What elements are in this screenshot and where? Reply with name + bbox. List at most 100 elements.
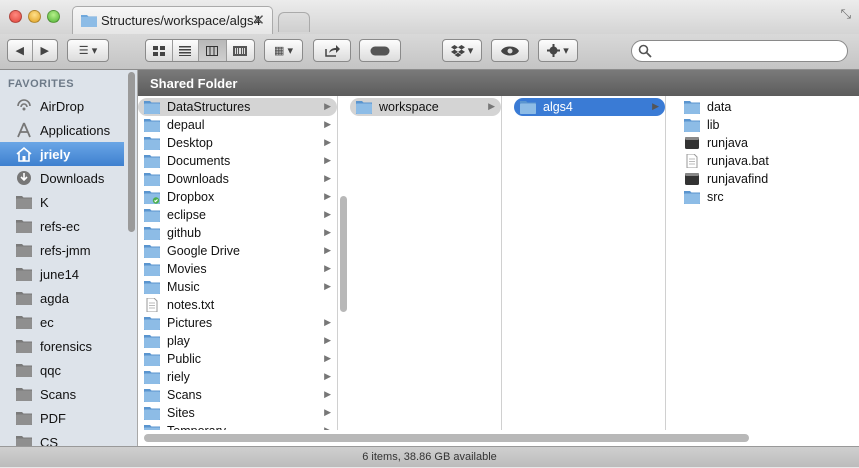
- column-view-button[interactable]: [199, 40, 227, 61]
- close-window-button[interactable]: [9, 10, 22, 23]
- column-3: algs4 ▶: [514, 96, 666, 430]
- dropbox-button[interactable]: ▾: [442, 39, 482, 62]
- list-view-button[interactable]: [173, 40, 200, 61]
- list-menu-icon: ☰: [78, 45, 89, 57]
- tab-current[interactable]: Structures/workspace/algs4 ✕: [72, 6, 273, 34]
- folder-icon: [144, 353, 160, 366]
- file-row[interactable]: Dropbox ▶: [138, 188, 337, 206]
- disclosure-arrow-icon: ▶: [652, 101, 659, 111]
- favorites-list: AirDrop Applications jriely Downloads Krefs-…: [0, 94, 124, 446]
- downloads-icon: [14, 170, 34, 186]
- action-menu-button[interactable]: ▾: [538, 39, 578, 62]
- file-name: src: [707, 190, 724, 204]
- file-row[interactable]: notes.txt: [138, 296, 337, 314]
- quick-look-button[interactable]: [491, 39, 529, 62]
- folder-icon: [14, 386, 34, 402]
- file-name: Movies: [167, 262, 207, 276]
- folder-icon: [520, 101, 536, 114]
- file-row[interactable]: lib: [678, 116, 859, 134]
- column-4: data lib runjava runjava.bat runjavafind src: [678, 96, 859, 430]
- sidebar-scrollbar[interactable]: [128, 72, 135, 232]
- file-row[interactable]: Scans ▶: [138, 386, 337, 404]
- text-file-icon: [686, 154, 698, 168]
- disclosure-arrow-icon: ▶: [324, 101, 331, 111]
- file-row[interactable]: Documents ▶: [138, 152, 337, 170]
- file-row[interactable]: Desktop ▶: [138, 134, 337, 152]
- file-name: runjavafind: [707, 172, 769, 186]
- sidebar-item-cs[interactable]: CS: [0, 430, 124, 446]
- file-row[interactable]: workspace ▶: [350, 98, 501, 116]
- file-row[interactable]: runjava: [678, 134, 859, 152]
- back-button[interactable]: ◀: [8, 40, 33, 61]
- sidebar-item-scans[interactable]: Scans: [0, 382, 124, 406]
- file-row[interactable]: Movies ▶: [138, 260, 337, 278]
- horizontal-scrollbar[interactable]: [144, 434, 749, 442]
- file-row[interactable]: play ▶: [138, 332, 337, 350]
- folder-icon: [144, 119, 160, 132]
- column-1-scrollbar[interactable]: [340, 196, 347, 312]
- executable-file-icon: [685, 137, 699, 149]
- file-row[interactable]: data: [678, 98, 859, 116]
- sidebar-item-k[interactable]: K: [0, 190, 124, 214]
- file-row[interactable]: Google Drive ▶: [138, 242, 337, 260]
- sidebar-item-qqc[interactable]: qqc: [0, 358, 124, 382]
- arrange-button[interactable]: ▦ ▾: [264, 39, 303, 62]
- coverflow-view-button[interactable]: [227, 40, 254, 61]
- sidebar: FAVORITES AirDrop Applications jriely Downl…: [0, 70, 138, 446]
- close-tab-icon[interactable]: ✕: [252, 11, 265, 29]
- file-row[interactable]: runjavafind: [678, 170, 859, 188]
- share-button[interactable]: [313, 39, 351, 62]
- icon-view-button[interactable]: [146, 40, 173, 61]
- sidebar-item-applications[interactable]: Applications: [0, 118, 124, 142]
- file-row[interactable]: Downloads ▶: [138, 170, 337, 188]
- sidebar-item-ec[interactable]: ec: [0, 310, 124, 334]
- new-tab-button[interactable]: [278, 12, 310, 32]
- folder-icon: [14, 218, 34, 234]
- disclosure-arrow-icon: ▶: [324, 371, 331, 381]
- file-row[interactable]: Sites ▶: [138, 404, 337, 422]
- sidebar-item-label: K: [40, 194, 49, 210]
- file-row[interactable]: depaul ▶: [138, 116, 337, 134]
- file-row[interactable]: eclipse ▶: [138, 206, 337, 224]
- file-row[interactable]: algs4 ▶: [514, 98, 665, 116]
- sidebar-item-forensics[interactable]: forensics: [0, 334, 124, 358]
- disclosure-arrow-icon: ▶: [324, 317, 331, 327]
- disclosure-arrow-icon: ▶: [324, 119, 331, 129]
- toggle-toolbar-button[interactable]: [359, 39, 401, 62]
- search-icon: [638, 44, 652, 58]
- file-row[interactable]: github ▶: [138, 224, 337, 242]
- zoom-window-button[interactable]: [47, 10, 60, 23]
- file-row[interactable]: riely ▶: [138, 368, 337, 386]
- file-row[interactable]: Music ▶: [138, 278, 337, 296]
- view-mode-control: [145, 39, 255, 62]
- file-row[interactable]: src: [678, 188, 859, 206]
- sidebar-item-jriely[interactable]: jriely: [0, 142, 124, 166]
- file-row[interactable]: DataStructures ▶: [138, 98, 337, 116]
- sidebar-item-downloads[interactable]: Downloads: [0, 166, 124, 190]
- sidebar-item-airdrop[interactable]: AirDrop: [0, 94, 124, 118]
- sidebar-item-pdf[interactable]: PDF: [0, 406, 124, 430]
- file-name: github: [167, 226, 202, 240]
- folder-icon: [14, 410, 34, 426]
- sidebar-item-refs-jmm[interactable]: refs-jmm: [0, 238, 124, 262]
- arrange-menu-button[interactable]: ☰ ▾: [67, 39, 109, 62]
- sidebar-item-refs-ec[interactable]: refs-ec: [0, 214, 124, 238]
- file-row[interactable]: runjava.bat: [678, 152, 859, 170]
- folder-icon: [144, 371, 160, 384]
- file-row[interactable]: Pictures ▶: [138, 314, 337, 332]
- search-input[interactable]: [631, 40, 848, 62]
- minimize-window-button[interactable]: [28, 10, 41, 23]
- disclosure-arrow-icon: ▶: [324, 353, 331, 363]
- file-row[interactable]: Temporary ▶: [138, 422, 337, 430]
- file-row[interactable]: Public ▶: [138, 350, 337, 368]
- file-name: workspace: [379, 100, 439, 114]
- file-name: algs4: [543, 100, 573, 114]
- folder-icon: [144, 173, 160, 186]
- folder-icon: [144, 137, 160, 150]
- forward-button[interactable]: ▶: [33, 40, 57, 61]
- folder-icon: [14, 266, 34, 282]
- folder-icon: [14, 242, 34, 258]
- fullscreen-icon[interactable]: ⤡: [841, 6, 851, 22]
- sidebar-item-agda[interactable]: agda: [0, 286, 124, 310]
- sidebar-item-june14[interactable]: june14: [0, 262, 124, 286]
